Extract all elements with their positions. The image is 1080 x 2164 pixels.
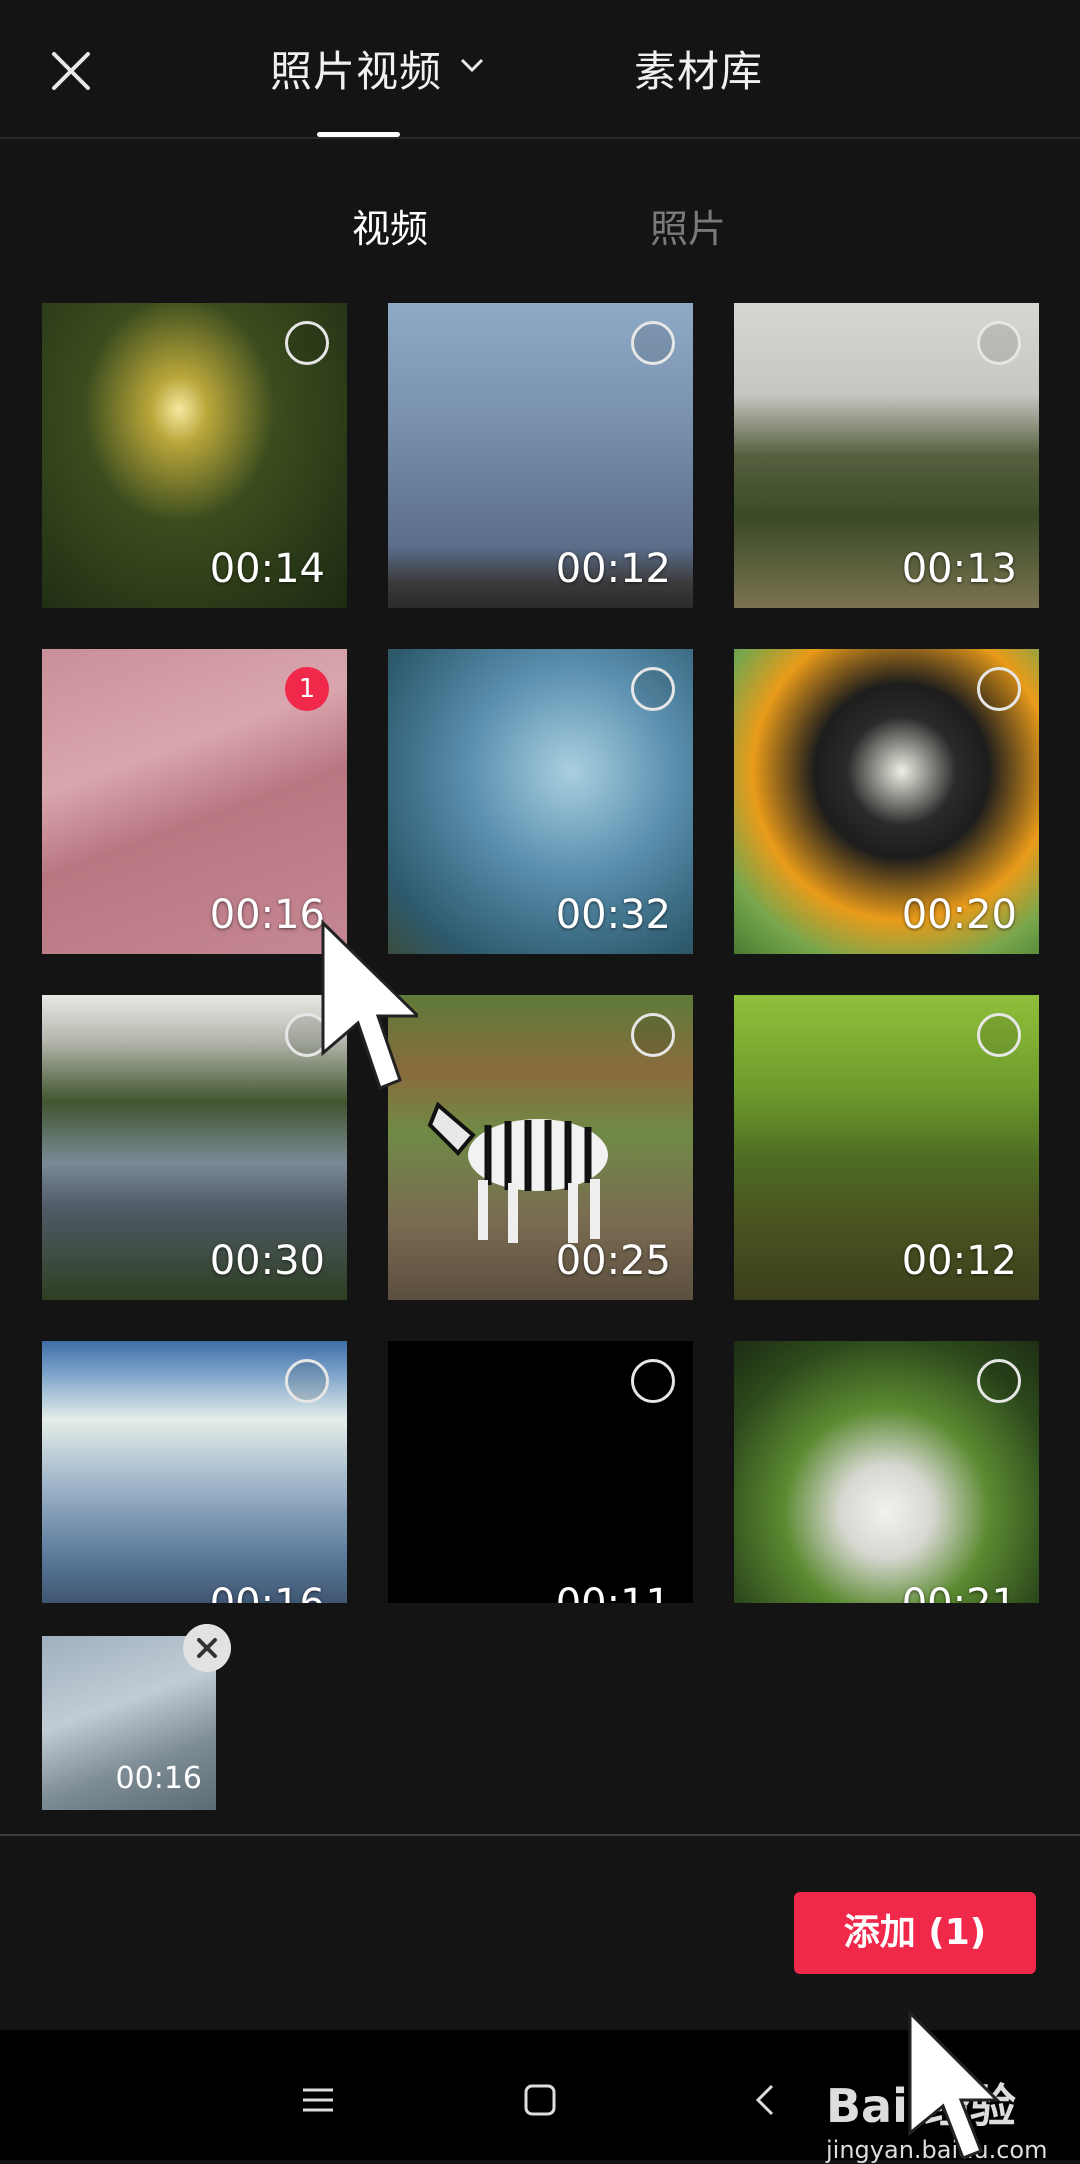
select-circle[interactable]	[631, 321, 675, 365]
divider	[0, 1834, 1080, 1836]
select-circle[interactable]	[977, 1359, 1021, 1403]
duration-label: 00:16	[115, 1761, 202, 1796]
duration-label: 00:32	[555, 892, 671, 938]
home-icon[interactable]	[522, 2082, 558, 2118]
select-circle[interactable]	[631, 667, 675, 711]
media-tile[interactable]: 00:11	[388, 1341, 693, 1603]
media-tile[interactable]: 00:12	[388, 303, 693, 608]
duration-label: 00:11	[556, 1581, 671, 1603]
select-circle[interactable]	[977, 667, 1021, 711]
select-circle[interactable]	[631, 1013, 675, 1057]
active-tab-indicator	[317, 132, 400, 137]
duration-label: 00:20	[901, 892, 1017, 938]
select-circle[interactable]	[977, 321, 1021, 365]
media-tile[interactable]: 00:25	[388, 995, 693, 1300]
select-circle[interactable]	[285, 1359, 329, 1403]
menu-icon[interactable]	[300, 2082, 336, 2118]
close-icon[interactable]	[40, 40, 102, 102]
select-circle[interactable]	[977, 1013, 1021, 1057]
duration-label: 00:13	[901, 546, 1017, 592]
media-tile[interactable]: 00:16	[42, 1341, 347, 1603]
duration-label: 00:21	[902, 1581, 1017, 1603]
tab-material-library[interactable]: 素材库	[634, 38, 763, 99]
media-tile[interactable]: 00:21	[734, 1341, 1039, 1603]
add-button[interactable]: 添加 (1)	[794, 1892, 1036, 1974]
remove-clip-icon[interactable]	[183, 1624, 231, 1672]
subtab-photo[interactable]: 照片	[650, 198, 726, 253]
media-tile[interactable]: 00:13	[734, 303, 1039, 608]
selection-order-badge[interactable]: 1	[285, 667, 329, 711]
chevron-down-icon[interactable]	[458, 56, 486, 74]
duration-label: 00:16	[210, 1581, 325, 1603]
pointer-cursor-icon	[321, 919, 418, 1090]
duration-label: 00:25	[555, 1238, 671, 1284]
media-tile[interactable]: 00:12	[734, 995, 1039, 1300]
media-tile[interactable]: 00:20	[734, 649, 1039, 954]
media-tile[interactable]: 00:32	[388, 649, 693, 954]
duration-label: 00:12	[901, 1238, 1017, 1284]
duration-label: 00:14	[209, 546, 325, 592]
media-tile[interactable]: 1 00:16	[42, 649, 347, 954]
pointer-cursor-icon	[908, 2009, 1001, 2158]
subtab-video[interactable]: 视频	[352, 198, 428, 253]
tab-photos-videos[interactable]: 照片视频	[270, 38, 442, 99]
duration-label: 00:12	[555, 546, 671, 592]
zebra-figure	[427, 1101, 608, 1243]
media-tile[interactable]: 00:30	[42, 995, 347, 1300]
select-circle[interactable]	[631, 1359, 675, 1403]
select-circle[interactable]	[285, 321, 329, 365]
media-tile[interactable]: 00:14	[42, 303, 347, 608]
duration-label: 00:30	[209, 1238, 325, 1284]
top-bar: 照片视频 素材库	[0, 0, 1080, 139]
duration-label: 00:16	[209, 892, 325, 938]
back-icon[interactable]	[750, 2082, 780, 2118]
